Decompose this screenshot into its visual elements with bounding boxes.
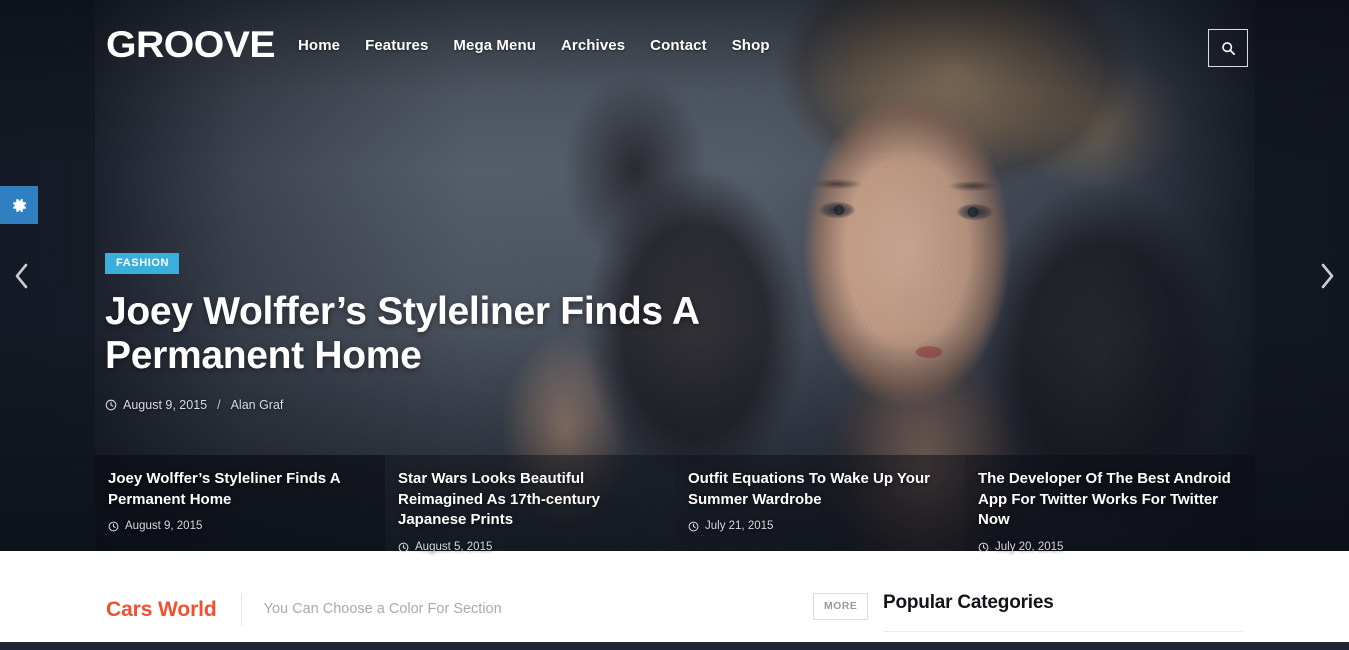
slider-prev-button[interactable]	[4, 258, 40, 294]
section-title[interactable]: Cars World	[106, 599, 217, 620]
section-subtitle: You Can Choose a Color For Section	[263, 600, 502, 617]
slider-next-button[interactable]	[1309, 258, 1345, 294]
search-button[interactable]	[1208, 29, 1248, 67]
clock-icon	[978, 542, 989, 552]
thumbnail-item[interactable]: Joey Wolffer’s Styleliner Finds A Perman…	[95, 455, 385, 551]
thumbnail-date: July 21, 2015	[705, 520, 774, 533]
thumbnail-meta: July 21, 2015	[688, 520, 943, 532]
hero-title[interactable]: Joey Wolffer’s Styleliner Finds A Perman…	[105, 290, 905, 379]
chevron-left-icon	[15, 263, 28, 289]
site-logo[interactable]: GROOVE	[106, 26, 276, 63]
section-header: Cars World You Can Choose a Color For Se…	[106, 593, 502, 625]
clock-icon	[688, 521, 699, 532]
thumbnail-title[interactable]: Joey Wolffer’s Styleliner Finds A Perman…	[108, 469, 363, 510]
popular-categories-divider	[883, 631, 1244, 632]
nav-item-features[interactable]: Features	[365, 37, 453, 54]
clock-icon	[398, 542, 409, 552]
theme-settings-button[interactable]	[0, 186, 38, 224]
nav-item-mega-menu[interactable]: Mega Menu	[453, 37, 561, 54]
hero-meta-separator: /	[217, 397, 221, 412]
thumbnail-meta: July 20, 2015	[978, 541, 1233, 553]
main-navigation: Home Features Mega Menu Archives Contact…	[298, 37, 795, 54]
thumbnail-date: August 9, 2015	[125, 520, 203, 533]
bottom-bar	[0, 642, 1349, 650]
thumbnail-date: August 5, 2015	[415, 541, 493, 554]
nav-item-contact[interactable]: Contact	[650, 37, 732, 54]
popular-categories-title: Popular Categories	[883, 592, 1054, 613]
nav-item-shop[interactable]: Shop	[732, 37, 795, 54]
site-header: GROOVE Home Features Mega Menu Archives …	[0, 0, 1349, 92]
clock-icon	[105, 399, 117, 411]
nav-item-home[interactable]: Home	[298, 37, 365, 54]
slider-thumbnail-strip: Joey Wolffer’s Styleliner Finds A Perman…	[95, 455, 1255, 553]
thumbnail-meta: August 5, 2015	[398, 541, 653, 553]
hero-caption: FASHION Joey Wolffer’s Styleliner Finds …	[105, 253, 935, 412]
clock-icon	[108, 521, 119, 532]
content-section: Cars World You Can Choose a Color For Se…	[0, 551, 1349, 642]
thumbnail-item[interactable]: Outfit Equations To Wake Up Your Summer …	[675, 455, 965, 551]
thumbnail-date: July 20, 2015	[995, 541, 1064, 554]
section-divider	[240, 593, 242, 625]
page-root: GROOVE Home Features Mega Menu Archives …	[0, 0, 1349, 650]
thumbnail-title[interactable]: Outfit Equations To Wake Up Your Summer …	[688, 469, 943, 510]
thumbnail-title[interactable]: Star Wars Looks Beautiful Reimagined As …	[398, 469, 653, 531]
thumbnail-meta: August 9, 2015	[108, 520, 363, 532]
hero-date: August 9, 2015	[123, 397, 208, 412]
chevron-right-icon	[1321, 263, 1334, 289]
more-button[interactable]: MORE	[813, 593, 869, 620]
hero-meta: August 9, 2015 / Alan Graf	[105, 398, 935, 412]
category-badge[interactable]: FASHION	[105, 253, 180, 274]
search-icon	[1221, 41, 1235, 55]
hero-author[interactable]: Alan Graf	[231, 398, 284, 412]
thumbnail-title[interactable]: The Developer Of The Best Android App Fo…	[978, 469, 1233, 531]
nav-item-archives[interactable]: Archives	[561, 37, 650, 54]
thumbnail-item[interactable]: Star Wars Looks Beautiful Reimagined As …	[385, 455, 675, 553]
gear-icon	[12, 198, 26, 212]
thumbnail-item[interactable]: The Developer Of The Best Android App Fo…	[965, 455, 1255, 553]
